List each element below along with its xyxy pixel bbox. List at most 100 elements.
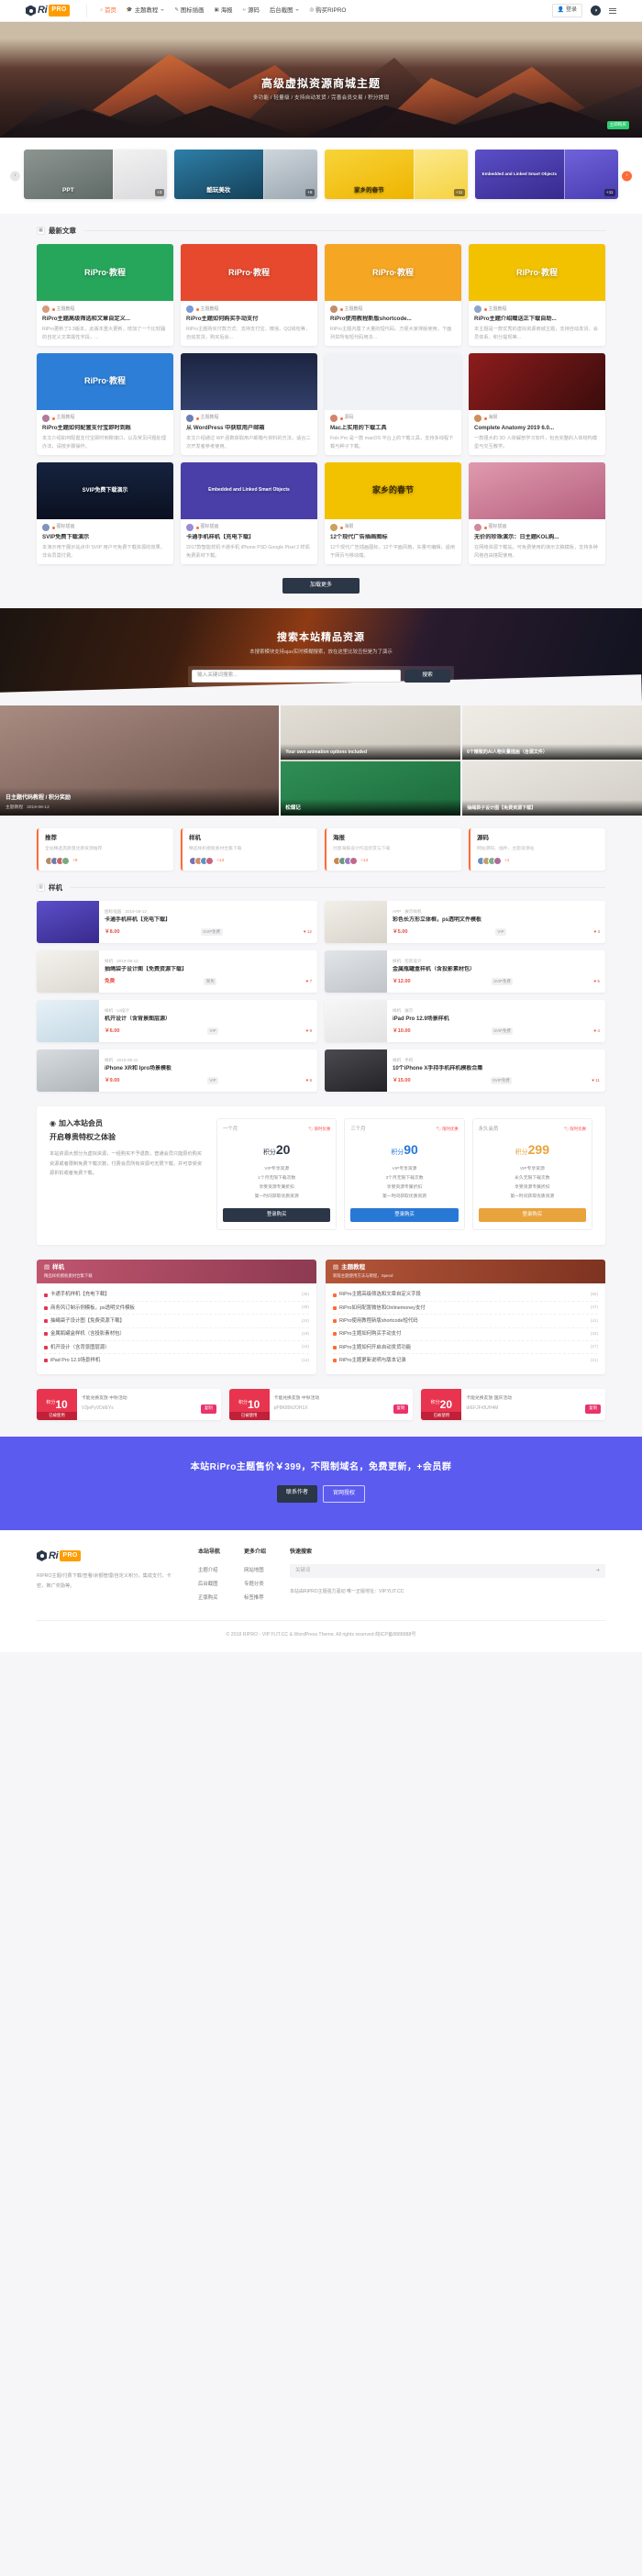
sample-row[interactable]: APP 展示样机 彩色长方形立体框，ps透明文件模板 ￥5.00 VIP ♥ 3 xyxy=(325,901,605,944)
hero-badge[interactable]: 立即购买 xyxy=(606,121,629,129)
nav-label: 首页 xyxy=(105,6,116,14)
article-card[interactable]: 主题教程 从 WordPress 中获取用户邮箱 本文介绍通过 WP 函数获取用… xyxy=(181,353,317,456)
slide-item[interactable]: Embedded and Linked Smart Objects +11 xyxy=(475,150,618,199)
load-more-button[interactable]: 加载更多 xyxy=(282,578,360,594)
list-item[interactable]: RiPro使用教程新版shortcode短代码 (41) xyxy=(333,1315,598,1328)
nav-item-buy-ripro[interactable]: ◎ 购买RIPRO xyxy=(309,6,346,16)
plan-buy-button[interactable]: 登录购买 xyxy=(223,1207,331,1222)
nav-item-icons[interactable]: ✎ 图标插画 xyxy=(174,6,204,16)
footer-link[interactable]: 标签推荐 xyxy=(244,1592,266,1605)
avatar xyxy=(186,305,194,314)
footer-col-more: 更多介绍 网站地图 专题分类 标签推荐 xyxy=(244,1549,266,1605)
plan-features: VIP专享资源 永久无限下载次数 享受资源专属折扣 第一时间获取优质资源 xyxy=(510,1166,555,1199)
list-items: 卡通手机样机【充电下载】 (35) 商务风订制示例模板，ps透明文件模板 (28) … xyxy=(37,1283,316,1374)
nav-item-screenshots[interactable]: 后台截图 xyxy=(270,6,300,16)
coupon-card[interactable]: 积分10 已被使用 卡能兑换友放·中秋活动 pP8K89h2OH1X 复制 xyxy=(228,1388,414,1420)
article-card[interactable]: RiPro·教程 主题教程 RiPro主题高级筛选和文章自定义... RiPro… xyxy=(37,244,173,347)
coupon-copy-button[interactable]: 复制 xyxy=(200,1404,216,1414)
list-item[interactable]: RiPro主题如何购买手动支付 (33) xyxy=(333,1328,598,1342)
nav-item-home[interactable]: ⌂ 首页 xyxy=(100,6,116,16)
article-card[interactable]: RiPro·教程 主题教程 RiPro主题如何购买手动支付 RiPro主题购买付… xyxy=(181,244,317,347)
article-card[interactable]: 家乡的春节 海报 12个现代广告插画图标 12个现代广告插画图标，12个平面风格… xyxy=(325,462,461,565)
list-item[interactable]: 商务风订制示例模板，ps透明文件模板 (28) xyxy=(44,1302,309,1316)
list-item[interactable]: RiPro主题更新说明与版本记录 (21) xyxy=(333,1354,598,1366)
sample-price: ￥9.00 xyxy=(105,1077,120,1083)
contact-author-button[interactable]: 联系作者 xyxy=(276,1484,317,1503)
logo-mark-icon xyxy=(26,5,36,17)
theme-toggle-icon[interactable]: ◑ xyxy=(591,6,601,16)
list-box-samples: ▤ 样机 精品样机模板素材合集下载 卡通手机样机【充电下载】 (35) 商务风订制示… xyxy=(37,1259,316,1374)
burger-icon[interactable] xyxy=(609,7,616,14)
article-card[interactable]: 图标插画 无价的珍珠演示：日主题KOL购... 在网络资源下载站，可免费使用的演… xyxy=(469,462,605,565)
sample-title: 抽绳袋子设计图【免费资源下载】 xyxy=(105,967,188,973)
slide-item[interactable]: 酷玩美妆 +8 xyxy=(174,150,317,199)
featured-item[interactable]: Your own animation options included 松烟记 xyxy=(281,705,461,816)
home-icon: ⌂ xyxy=(99,7,104,14)
nav-item-poster[interactable]: ▣ 海报 xyxy=(214,6,232,16)
vip-heading-2: 开启尊贵特权之体验 xyxy=(50,1133,116,1142)
plan-card-quarterly[interactable]: 三个月 🏷 限时优惠 积分90 VIP专享资源 3个月无限下载次数 享受资源专属折扣第… xyxy=(344,1118,465,1230)
sample-row[interactable]: 样机 2019-08-11 iPhone XR和 Ipro场景模板 ￥9.00 VI… xyxy=(37,1049,317,1093)
article-title: SVIP免费下载演示 xyxy=(42,534,90,541)
article-card[interactable]: 海报 Complete Anatomy 2019 6.0... 一款强大的 3D… xyxy=(469,353,605,456)
footer-link[interactable]: 后台截图 xyxy=(198,1578,220,1592)
logo-text-ri: Ri xyxy=(38,5,48,17)
list-item[interactable]: RiPro主题高级筛选和文章自定义字段 (56) xyxy=(333,1289,598,1303)
sample-row[interactable]: 样机 UI设计 机开设计（含背景图层源） ￥6.00 VIP ♥ 9 xyxy=(37,1000,317,1043)
article-card[interactable]: RiPro·教程 主题教程 RiPro使用教程新版shortcode... Ri… xyxy=(325,244,461,347)
footer-link[interactable]: 网站地图 xyxy=(244,1564,266,1578)
sample-meta: 样机 UI设计 xyxy=(105,1007,129,1013)
category-box[interactable]: 样机 精品样机模板素材合集下载 +13 xyxy=(181,828,317,872)
arrow-right-icon[interactable]: ➜ xyxy=(595,1567,600,1574)
plan-buy-button[interactable]: 登录购买 xyxy=(350,1207,459,1222)
slider-prev-button[interactable]: ‹ xyxy=(10,171,20,181)
slide-item[interactable]: 家乡的春节 +11 xyxy=(325,150,468,199)
coupon-card[interactable]: 积分20 已被使用 卡能兑换友放·国庆活动 drEFJFr0UH4M 复制 xyxy=(421,1388,605,1420)
featured-item[interactable]: 6个精致的AI人物矢量插画（含源文件） 抽绳袋子设计图【免费资源下载】 xyxy=(462,705,642,816)
nav-item-source[interactable]: ‹› 源码 xyxy=(242,6,259,16)
sample-row[interactable]: 样机 手机 10个iPhone X手持手机样机模板合集 ￥15.00 SVIP免费 ♥… xyxy=(325,1049,605,1093)
article-card[interactable]: RiPro·教程 主题教程 RiPro主题如何配置支付宝即时到账 本文介绍如何配… xyxy=(37,353,173,456)
list-item[interactable]: 抽绳袋子设计图【免费资源下载】 (24) xyxy=(44,1315,309,1328)
featured-item[interactable]: 日主题代码教程 / 积分奖励 主题教程 2019-08-12 xyxy=(0,705,280,816)
plan-buy-button[interactable]: 登录购买 xyxy=(478,1207,586,1222)
list-item[interactable]: iPad Pro 12.9场景样机 (12) xyxy=(44,1354,309,1366)
footer-link[interactable]: 正版购买 xyxy=(198,1592,220,1605)
slide-item[interactable]: PPT +3 xyxy=(24,150,167,199)
nav-item-theme-tutorial[interactable]: 🎓 主题教程 xyxy=(127,6,165,16)
slider-next-button[interactable]: › xyxy=(622,171,632,181)
list-item[interactable]: 金属瓶罐盒样机（含投影素材包） (19) xyxy=(44,1328,309,1342)
list-item[interactable]: RiPro如何配置微信和Onlinemoney支付 (47) xyxy=(333,1302,598,1316)
sample-row[interactable]: 图标插画 2019-08-12 卡通手机样机【充电下载】 ￥8.00 SVIP免费 ♥… xyxy=(37,901,317,944)
list-item[interactable]: RiPro主题如何开启自动发货功能 (27) xyxy=(333,1341,598,1355)
sample-price: ￥10.00 xyxy=(393,1027,411,1034)
coupon-copy-button[interactable]: 复制 xyxy=(393,1404,409,1414)
article-excerpt: 本文介绍通过 WP 函数获取用户邮箱与资料的方法，适合二次开发者参考使用。 xyxy=(186,436,311,450)
article-card[interactable]: RiPro·教程 主题教程 RiPro主题介绍赠送正下载自助... 本主题是一款… xyxy=(469,244,605,347)
category-box[interactable]: 海报 创意海报设计作品欣赏与下载 +13 xyxy=(325,828,461,872)
sample-row[interactable]: 样机 包装设计 金属瓶罐盒样机（含投影素材包） ￥12.00 SVIP免费 ♥ 5 xyxy=(325,950,605,994)
official-license-button[interactable]: 官网授权 xyxy=(323,1484,366,1503)
article-card[interactable]: 源码 Mac上实用的下载工具 Folx Pro 是一款 macOS 平台上的下载… xyxy=(325,353,461,456)
footer-link[interactable]: 主题介绍 xyxy=(198,1564,220,1578)
article-card[interactable]: Embedded and Linked Smart Objects 图标插画 卡… xyxy=(181,462,317,565)
category-box[interactable]: 推荐 全站精选高质量优质资源推荐 +8 xyxy=(37,828,173,872)
login-button[interactable]: 👤 登录 xyxy=(551,4,582,17)
site-logo[interactable]: Ri PRO xyxy=(26,3,70,18)
list-item[interactable]: 机开设计（含背景图层源） (16) xyxy=(44,1341,309,1355)
plan-card-monthly[interactable]: 一个月 🏷 限时优惠 积分20 VIP专享资源 1个月无限下载次数 享受资源专属折扣第… xyxy=(216,1118,338,1230)
article-card[interactable]: SVIP免费下载演示 图标插画 SVIP免费下载演示 本演示用于展示站点中 SV… xyxy=(37,462,173,565)
footer-link[interactable]: 专题分类 xyxy=(244,1578,266,1592)
coupon-card[interactable]: 积分10 已被使用 卡能兑换友放·中秋活动 V2jePyVDdEYs 复制 xyxy=(37,1388,221,1420)
footer-logo[interactable]: Ri PRO xyxy=(37,1549,158,1564)
coupon-copy-button[interactable]: 复制 xyxy=(585,1404,601,1414)
sample-row[interactable]: 样机 展示 iPad Pro 12.9场景样机 ￥10.00 SVIP免费 ♥ 4 xyxy=(325,1000,605,1043)
plan-card-lifetime[interactable]: 永久会员 🏷 限时优惠 积分299 VIP专享资源 永久无限下载次数 享受资源专属折扣… xyxy=(471,1118,592,1230)
search-button[interactable]: 搜索 xyxy=(404,669,450,683)
list-item[interactable]: 卡通手机样机【充电下载】 (35) xyxy=(44,1289,309,1303)
footer-search-input[interactable]: 关键词 ➜ xyxy=(290,1563,605,1578)
category-count: +13 xyxy=(216,859,225,864)
category-box[interactable]: 源码 网站源码、插件、主题资源站 +1 xyxy=(469,828,605,872)
sample-row[interactable]: 样机 2019-08-12 抽绳袋子设计图【免费资源下载】 免费 限免 ♥ 7 xyxy=(37,950,317,994)
search-input[interactable]: 输入关键词搜索... xyxy=(192,669,401,683)
